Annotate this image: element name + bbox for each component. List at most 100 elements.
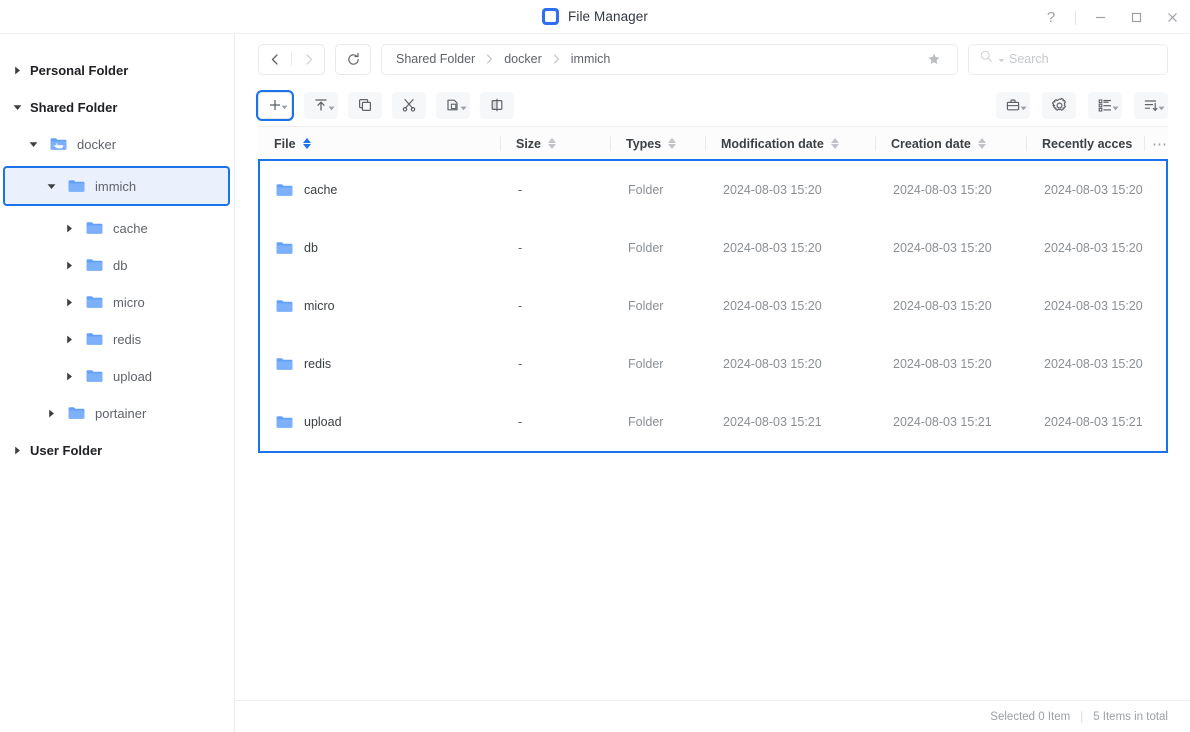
accessed-date-cell: 2024-08-03 15:20 [1044, 299, 1143, 313]
chevron-right-icon[interactable] [62, 258, 76, 272]
column-header-recently-acces[interactable]: Recently acces [1026, 126, 1144, 161]
forward-arrow-icon[interactable] [292, 45, 324, 74]
tools-button[interactable] [996, 91, 1030, 119]
file-name-cell[interactable]: db [260, 241, 502, 255]
settings-button[interactable] [1042, 91, 1076, 119]
breadcrumb-item-1[interactable]: docker [504, 52, 542, 66]
breadcrumb-separator [553, 54, 560, 64]
sidebar-item-shared-folder[interactable]: Shared Folder [0, 92, 234, 122]
file-type-cell: Folder [628, 357, 664, 371]
back-arrow-icon[interactable] [259, 45, 291, 74]
sidebar-item-portainer[interactable]: portainer [0, 398, 234, 428]
compare-button[interactable] [480, 91, 514, 119]
file-type-cell: Folder [628, 183, 664, 197]
sidebar-item-redis[interactable]: redis [0, 324, 234, 354]
file-name-label: db [304, 241, 318, 255]
status-bar: Selected 0 Item | 5 Items in total [235, 700, 1190, 732]
history-buttons [258, 43, 325, 75]
table-row[interactable]: upload - Folder 2024-08-03 15:21 2024-08-03 … [260, 393, 1166, 451]
chevron-right-icon[interactable] [62, 221, 76, 235]
column-header-label: File [274, 136, 296, 151]
sidebar-item-upload[interactable]: upload [0, 361, 234, 391]
window-title: File Manager [568, 9, 648, 24]
file-size-cell: - [518, 183, 523, 197]
sidebar-item-db[interactable]: db [0, 250, 234, 280]
paste-button[interactable] [436, 91, 470, 119]
search-placeholder: Search [1009, 52, 1049, 66]
column-header-file[interactable]: File [258, 126, 500, 161]
file-type-cell: Folder [628, 415, 664, 429]
minimize-icon[interactable] [1082, 0, 1118, 34]
sidebar-item-micro[interactable]: micro [0, 287, 234, 317]
folder-icon [276, 183, 293, 197]
window-controls: ? [1033, 0, 1190, 34]
file-manager-window: File Manager ? Personal Folder Shared Fol… [0, 0, 1190, 732]
sidebar-item-label: cache [113, 220, 148, 236]
star-icon[interactable] [921, 46, 947, 72]
file-size-cell: - [518, 299, 523, 313]
folder-icon [86, 221, 103, 235]
chevron-right-icon[interactable] [10, 443, 24, 457]
search-scope-caret-icon[interactable] [998, 50, 1005, 68]
title-group: File Manager [542, 8, 648, 25]
chevron-right-icon[interactable] [10, 63, 24, 77]
folder-icon [276, 415, 293, 429]
breadcrumb[interactable]: Shared Folder docker immich [381, 43, 958, 75]
file-name-cell[interactable]: cache [260, 183, 502, 197]
sidebar-item-cache[interactable]: cache [0, 213, 234, 243]
column-header-types[interactable]: Types [610, 126, 705, 161]
table-header-row: File Size Types Modification date Creation d… [258, 126, 1168, 161]
sort-indicator-icon[interactable] [977, 138, 986, 149]
sort-indicator-icon[interactable] [302, 138, 311, 149]
chevron-down-icon [1158, 98, 1165, 116]
sort-indicator-icon[interactable] [668, 138, 677, 149]
control-divider [1075, 9, 1076, 25]
sidebar-item-docker[interactable]: docker [0, 129, 234, 159]
search-input[interactable]: Search [968, 43, 1168, 75]
table-row[interactable]: micro - Folder 2024-08-03 15:20 2024-08-03 1… [260, 277, 1166, 335]
help-button[interactable]: ? [1033, 0, 1069, 34]
column-header-size[interactable]: Size [500, 126, 610, 161]
refresh-icon[interactable] [335, 43, 371, 75]
search-icon [979, 49, 994, 69]
breadcrumb-item-0[interactable]: Shared Folder [396, 52, 475, 66]
close-icon[interactable] [1154, 0, 1190, 34]
chevron-down-icon[interactable] [10, 100, 24, 114]
column-header-modification-date[interactable]: Modification date [705, 126, 875, 161]
accessed-date-cell: 2024-08-03 15:20 [1044, 357, 1143, 371]
main-panel: Shared Folder docker immich Search File … [235, 34, 1190, 732]
table-row[interactable]: cache - Folder 2024-08-03 15:20 2024-08-03 1… [260, 161, 1166, 219]
cut-button[interactable] [392, 91, 426, 119]
copy-button[interactable] [348, 91, 382, 119]
sidebar-tree[interactable]: Personal Folder Shared Folder docker immich… [0, 34, 235, 732]
maximize-icon[interactable] [1118, 0, 1154, 34]
chevron-right-icon[interactable] [44, 406, 58, 420]
chevron-down-icon[interactable] [26, 137, 40, 151]
create-button[interactable] [258, 91, 292, 119]
chevron-right-icon[interactable] [62, 369, 76, 383]
file-name-cell[interactable]: micro [260, 299, 502, 313]
file-name-cell[interactable]: redis [260, 357, 502, 371]
sidebar-item-user-folder[interactable]: User Folder [0, 435, 234, 465]
action-toolbar [235, 84, 1190, 126]
table-row[interactable]: db - Folder 2024-08-03 15:20 2024-08-03 15:2… [260, 219, 1166, 277]
chevron-down-icon[interactable] [44, 179, 58, 193]
chevron-down-icon [460, 98, 467, 116]
column-header-creation-date[interactable]: Creation date [875, 126, 1026, 161]
breadcrumb-item-2[interactable]: immich [571, 52, 611, 66]
sidebar-item-personal-folder[interactable]: Personal Folder [0, 55, 234, 85]
file-list-selection-box[interactable]: cache - Folder 2024-08-03 15:20 2024-08-03 1… [258, 159, 1168, 453]
file-size-cell: - [518, 415, 523, 429]
chevron-right-icon[interactable] [62, 295, 76, 309]
sort-button[interactable] [1134, 91, 1168, 119]
file-name-cell[interactable]: upload [260, 415, 502, 429]
sort-indicator-icon[interactable] [548, 138, 557, 149]
column-overflow-menu-icon[interactable]: ⋯ [1144, 126, 1168, 161]
view-mode-button[interactable] [1088, 91, 1122, 119]
chevron-right-icon[interactable] [62, 332, 76, 346]
folder-icon [86, 332, 103, 346]
sidebar-item-immich[interactable]: immich [3, 166, 230, 206]
table-row[interactable]: redis - Folder 2024-08-03 15:20 2024-08-03 1… [260, 335, 1166, 393]
sort-indicator-icon[interactable] [830, 138, 839, 149]
upload-button[interactable] [304, 91, 338, 119]
